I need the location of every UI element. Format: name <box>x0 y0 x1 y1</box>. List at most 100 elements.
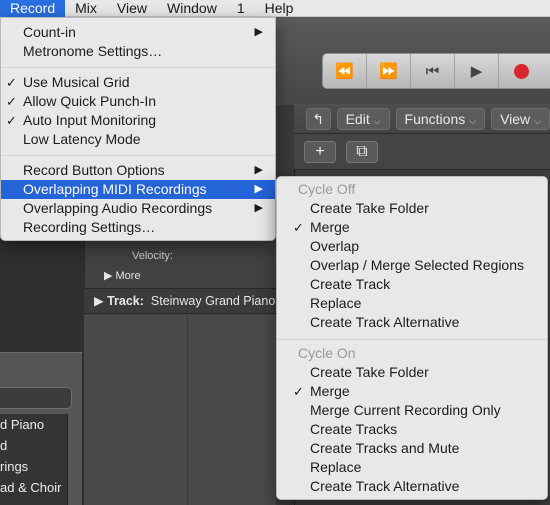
menu-item-cycle-on-create-track-alternative[interactable]: Create Track Alternative <box>277 477 547 496</box>
menu-item-record-button-options[interactable]: Record Button Options ▶ <box>1 161 275 180</box>
submenu-arrow-icon: ▶ <box>254 202 263 214</box>
menu-item-cycle-on-create-take-folder[interactable]: Create Take Folder <box>277 363 547 382</box>
menu-item-cycle-off-create-take-folder[interactable]: Create Take Folder <box>277 199 547 218</box>
rewind-icon: ⏪ <box>335 63 354 80</box>
menu-item-label: Replace <box>310 295 362 311</box>
menu-item-label: Auto Input Monitoring <box>23 112 157 128</box>
submenu-arrow-icon: ▶ <box>254 183 263 195</box>
menu-item-cycle-on-merge-current-only[interactable]: Merge Current Recording Only <box>277 401 547 420</box>
section-header-cycle-off: Cycle Off <box>298 181 356 197</box>
go-to-beginning-button[interactable]: ⏮ <box>411 54 455 88</box>
track-list-item[interactable]: ad & Choir <box>0 477 67 498</box>
menu-item-allow-quick-punch-in[interactable]: ✓ Allow Quick Punch-In <box>1 92 275 111</box>
checkmark-icon: ✓ <box>293 384 304 399</box>
menu-item-cycle-off-merge[interactable]: ✓ Merge <box>277 218 547 237</box>
record-button[interactable] <box>499 54 543 88</box>
menu-item-cycle-on-replace[interactable]: Replace <box>277 458 547 477</box>
track-list-item[interactable]: d <box>0 435 67 456</box>
menu-item-cycle-on-create-tracks-and-mute[interactable]: Create Tracks and Mute <box>277 439 547 458</box>
track-list-item[interactable]: d Piano <box>0 414 67 435</box>
menu-item-count-in[interactable]: Count-in ▶ <box>1 23 275 42</box>
menu-item-label: Record Button Options <box>23 162 165 178</box>
menu-item-label: Overlap <box>310 238 360 254</box>
menu-item-label: Create Track Alternative <box>310 314 460 330</box>
overlapping-midi-submenu: Cycle Off Create Take Folder ✓ Merge Ove… <box>276 176 548 500</box>
chevron-down-icon: ⌵ <box>469 115 477 126</box>
view-label: View <box>500 110 531 127</box>
menu-bar: Record Mix View Window 1 Help <box>0 0 550 17</box>
menu-item-label: Recording Settings… <box>23 219 156 235</box>
track-inspector-header[interactable]: ▶ Track: Steinway Grand Piano <box>84 288 276 314</box>
menu-item-cycle-off-create-track-alternative[interactable]: Create Track Alternative <box>277 313 547 332</box>
menu-item-label: Create Track <box>310 276 391 292</box>
back-arrow-icon: ↰ <box>312 110 325 127</box>
more-disclosure[interactable]: ▶ More <box>104 269 141 282</box>
menu-separator <box>1 67 275 68</box>
add-track-button[interactable]: + <box>304 140 336 163</box>
record-menu: Count-in ▶ Metronome Settings… ✓ Use Mus… <box>0 17 276 241</box>
menu-window[interactable]: Window <box>157 0 227 17</box>
menu-item-auto-input-monitoring[interactable]: ✓ Auto Input Monitoring <box>1 111 275 130</box>
transport-controls: ⏪ ⏩ ⏮ ▶ <box>322 53 550 89</box>
menu-item-recording-settings[interactable]: Recording Settings… <box>1 218 275 237</box>
duplicate-track-button[interactable]: ⧉ <box>346 140 378 163</box>
checkmark-icon: ✓ <box>6 75 17 90</box>
fast-forward-button[interactable]: ⏩ <box>367 54 411 88</box>
menu-1[interactable]: 1 <box>227 0 255 17</box>
menu-item-cycle-on-merge[interactable]: ✓ Merge <box>277 382 547 401</box>
menu-item-label: Merge Current Recording Only <box>310 402 501 418</box>
track-list: d Piano d rings ad & Choir <box>0 414 68 505</box>
play-icon: ▶ <box>470 63 483 80</box>
rewind-button[interactable]: ⏪ <box>323 54 367 88</box>
menu-item-low-latency-mode[interactable]: Low Latency Mode <box>1 130 275 149</box>
edit-menu-button[interactable]: Edit ⌵ <box>336 107 390 130</box>
menu-record[interactable]: Record <box>0 0 66 17</box>
disclosure-triangle-icon: ▶ <box>94 294 108 308</box>
menu-item-cycle-off-overlap-merge-selected[interactable]: Overlap / Merge Selected Regions <box>277 256 547 275</box>
skip-back-icon: ⏮ <box>425 62 440 80</box>
menu-item-cycle-on-create-tracks[interactable]: Create Tracks <box>277 420 547 439</box>
velocity-label: Velocity: <box>132 250 173 262</box>
menu-item-label: Create Tracks and Mute <box>310 440 460 456</box>
menu-item-metronome-settings[interactable]: Metronome Settings… <box>1 42 275 61</box>
menu-item-cycle-off-replace[interactable]: Replace <box>277 294 547 313</box>
menu-item-cycle-off-create-track[interactable]: Create Track <box>277 275 547 294</box>
menu-item-label: Low Latency Mode <box>23 131 141 147</box>
menu-item-overlapping-audio-recordings[interactable]: Overlapping Audio Recordings ▶ <box>1 199 275 218</box>
fast-forward-icon: ⏩ <box>379 63 398 80</box>
menu-item-label: Create Tracks <box>310 421 398 437</box>
menu-item-label: Create Take Folder <box>310 364 429 380</box>
checkmark-icon: ✓ <box>293 220 304 235</box>
track-list-item[interactable]: rings <box>0 456 67 477</box>
functions-menu-button[interactable]: Functions ⌵ <box>395 107 486 130</box>
menu-help[interactable]: Help <box>255 0 304 17</box>
track-name: Steinway Grand Piano <box>150 294 276 308</box>
menu-item-label: Replace <box>310 459 362 475</box>
menu-item-label: Overlapping MIDI Recordings <box>23 181 207 197</box>
divider <box>187 315 188 505</box>
back-button[interactable]: ↰ <box>306 107 331 130</box>
section-header-cycle-on: Cycle On <box>298 345 356 361</box>
menu-mix[interactable]: Mix <box>65 0 107 17</box>
menu-item-label: Create Take Folder <box>310 200 429 216</box>
submenu-arrow-icon: ▶ <box>254 26 263 38</box>
tracks-toolbar: ↰ Edit ⌵ Functions ⌵ View ⌵ <box>294 104 550 134</box>
inspector-lower-area <box>84 315 276 505</box>
chevron-down-icon: ⌵ <box>534 115 541 126</box>
play-button[interactable]: ▶ <box>455 54 499 88</box>
menu-view[interactable]: View <box>107 0 157 17</box>
library-search-field[interactable] <box>0 387 72 409</box>
view-menu-button[interactable]: View ⌵ <box>491 107 550 130</box>
menu-item-overlapping-midi-recordings[interactable]: Overlapping MIDI Recordings ▶ <box>1 180 275 199</box>
track-label: Track: <box>107 294 144 308</box>
disclosure-triangle-icon: ▶ <box>104 270 116 282</box>
checkmark-icon: ✓ <box>6 113 17 128</box>
record-icon <box>513 63 529 79</box>
menu-item-use-musical-grid[interactable]: ✓ Use Musical Grid <box>1 73 275 92</box>
menu-item-label: Merge <box>310 383 350 399</box>
menu-item-cycle-off-overlap[interactable]: Overlap <box>277 237 547 256</box>
menu-separator <box>1 155 275 156</box>
menu-item-label: Use Musical Grid <box>23 74 130 90</box>
menu-item-label: Merge <box>310 219 350 235</box>
menu-item-label: Overlapping Audio Recordings <box>23 200 213 216</box>
